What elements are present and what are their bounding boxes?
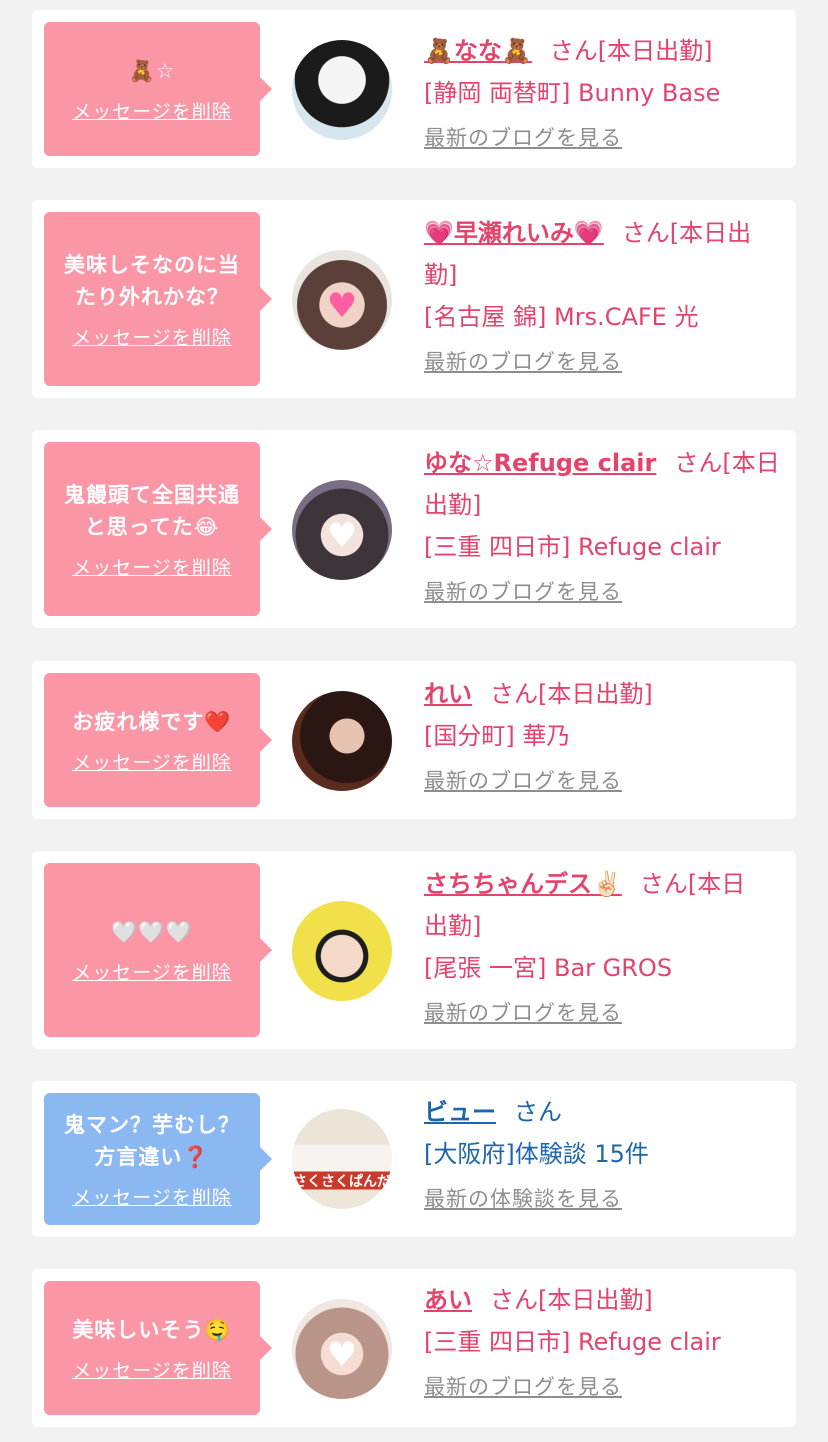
sender-status: さん[本日出勤] [490, 680, 653, 708]
latest-blog-link[interactable]: 最新のブログを見る [424, 997, 622, 1027]
snack-package-avatar[interactable]: さくさくぱんだ [292, 1109, 392, 1209]
heart-sticker-icon: ♥ [326, 516, 358, 556]
message-bubble: 🧸☆ メッセージを削除 [44, 22, 272, 156]
message-text: 鬼饅頭て全国共通 と思ってた😂 [64, 479, 240, 543]
message-line: たり外れかな？ [75, 284, 229, 309]
shop-label: [大阪府]体験談 15件 [424, 1140, 649, 1168]
sender-name-link[interactable]: ビュー [424, 1098, 496, 1126]
shop-label: [尾張 一宮] Bar GROS [424, 954, 673, 982]
glasses-avatar[interactable] [292, 901, 392, 1001]
sender-name-link[interactable]: 🧸なな🧸 [424, 37, 532, 65]
heart-face-avatar[interactable]: ♥ [292, 250, 392, 350]
message-line: お疲れ様です❤️ [72, 709, 232, 734]
latest-blog-link[interactable]: 最新のブログを見る [424, 346, 622, 376]
latest-review-link[interactable]: 最新の体験談を見る [424, 1183, 622, 1213]
message-card: 美味しそなのに当 たり外れかな？ メッセージを削除 ♥ 💗早瀬れいみ💗 さん[本日出勤] [… [32, 200, 796, 398]
message-text: お疲れ様です❤️ [72, 706, 231, 738]
delete-message-link[interactable]: メッセージを削除 [72, 1356, 232, 1383]
shop-label: [三重 四日市] Refuge clair [424, 1328, 721, 1356]
latest-blog-link[interactable]: 最新のブログを見る [424, 122, 622, 152]
message-bubble: 鬼マン？芋むし？ 方言違い❓ メッセージを削除 [44, 1093, 272, 1225]
message-bubble: 美味しいそう🤤 メッセージを削除 [44, 1281, 272, 1415]
delete-message-link[interactable]: メッセージを削除 [72, 1183, 232, 1210]
message-line: 美味しそなのに当 [64, 252, 240, 277]
delete-message-link[interactable]: メッセージを削除 [72, 748, 232, 775]
sender-name-link[interactable]: さちちゃんデス✌🏻 [424, 870, 622, 898]
message-text: 🤍🤍🤍 [111, 916, 192, 948]
shop-label: [静岡 両替町] Bunny Base [424, 79, 721, 107]
latest-blog-link[interactable]: 最新のブログを見る [424, 765, 622, 795]
message-bubble: 美味しそなのに当 たり外れかな？ メッセージを削除 [44, 212, 272, 386]
sender-info: あい さん[本日出勤] [三重 四日市] Refuge clair 最新のブログを見る [424, 1279, 782, 1401]
sender-header: さちちゃんデス✌🏻 さん[本日 [424, 863, 782, 905]
message-card: 美味しいそう🤤 メッセージを削除 ♥ あい さん[本日出勤] [三重 四日市] Refug… [32, 1269, 796, 1427]
delete-message-link[interactable]: メッセージを削除 [72, 323, 232, 350]
sender-info: ビュー さん [大阪府]体験談 15件 最新の体験談を見る [424, 1091, 782, 1213]
heart-face-avatar[interactable]: ♥ [292, 1299, 392, 1399]
avatar-package-text: さくさくぱんだ [293, 1174, 391, 1190]
sender-status: さん[本日 [639, 870, 746, 898]
sender-status-continued: 勤] [424, 261, 458, 289]
message-card: 鬼マン？芋むし？ 方言違い❓ メッセージを削除 さくさくぱんだ ビュー さん [大阪府]体験… [32, 1081, 796, 1237]
message-line: と思ってた😂 [84, 514, 220, 539]
sender-status: さん[本日出勤] [490, 1286, 653, 1314]
latest-blog-link[interactable]: 最新のブログを見る [424, 1371, 622, 1401]
bunny-ears-avatar[interactable] [292, 40, 392, 140]
message-bubble: お疲れ様です❤️ メッセージを削除 [44, 673, 272, 807]
sender-status-continued: 出勤] [424, 912, 482, 940]
delete-message-link[interactable]: メッセージを削除 [72, 553, 232, 580]
sender-status: さん [514, 1098, 562, 1126]
message-line: 🧸☆ [128, 58, 176, 83]
shop-label: [名古屋 錦] Mrs.CAFE 光 [424, 303, 699, 331]
sender-info: 🧸なな🧸 さん[本日出勤] [静岡 両替町] Bunny Base 最新のブログを見る [424, 30, 782, 152]
delete-message-link[interactable]: メッセージを削除 [72, 958, 232, 985]
shop-label: [三重 四日市] Refuge clair [424, 533, 721, 561]
sender-info: ゆな☆Refuge clair さん[本日出勤] [三重 四日市] Refuge c… [424, 442, 782, 606]
message-text: 鬼マン？芋むし？ 方言違い❓ [64, 1109, 240, 1173]
woman-avatar[interactable] [292, 691, 392, 791]
sender-header: れい さん[本日出勤] [424, 673, 782, 715]
message-bubble: 鬼饅頭て全国共通 と思ってた😂 メッセージを削除 [44, 442, 272, 616]
message-line: 🤍🤍🤍 [111, 919, 193, 944]
sender-status-continued: 出勤] [424, 491, 482, 519]
sender-status: さん[本日出勤] [549, 37, 713, 65]
message-card: 🧸☆ メッセージを削除 🧸なな🧸 さん[本日出勤] [静岡 両替町] Bunny Bas… [32, 10, 796, 168]
message-text: 美味しそなのに当 たり外れかな？ [64, 249, 240, 313]
heart-face-avatar[interactable]: ♥ [292, 480, 392, 580]
shop-label: [国分町] 華乃 [424, 722, 571, 750]
sender-header: 🧸なな🧸 さん[本日出勤] [424, 30, 782, 72]
sender-header: 💗早瀬れいみ💗 さん[本日出 [424, 212, 782, 254]
sender-info: 💗早瀬れいみ💗 さん[本日出勤] [名古屋 錦] Mrs.CAFE 光最新のブログを… [424, 212, 782, 376]
message-line: 鬼饅頭て全国共通 [64, 482, 240, 507]
message-list: 🧸☆ メッセージを削除 🧸なな🧸 さん[本日出勤] [静岡 両替町] Bunny Bas… [0, 0, 828, 1442]
sender-name-link[interactable]: 💗早瀬れいみ💗 [424, 219, 604, 247]
message-line: 方言違い❓ [94, 1144, 210, 1169]
sender-name-link[interactable]: あい [424, 1286, 472, 1314]
message-text: 🧸☆ [129, 55, 176, 87]
message-line: 美味しいそう🤤 [72, 1317, 232, 1342]
message-line: 鬼マン？芋むし？ [64, 1112, 240, 1137]
sender-name-link[interactable]: れい [424, 680, 472, 708]
latest-blog-link[interactable]: 最新のブログを見る [424, 576, 622, 606]
sender-header: ビュー さん [424, 1091, 782, 1133]
sender-header: あい さん[本日出勤] [424, 1279, 782, 1321]
message-card: お疲れ様です❤️ メッセージを削除 れい さん[本日出勤] [国分町] 華乃最新のブログ… [32, 661, 796, 819]
sender-name-link[interactable]: ゆな☆Refuge clair [424, 449, 656, 477]
message-card: 🤍🤍🤍 メッセージを削除 さちちゃんデス✌🏻 さん[本日出勤] [尾張 一宮] Bar … [32, 851, 796, 1049]
message-card: 鬼饅頭て全国共通 と思ってた😂 メッセージを削除 ♥ ゆな☆Refuge clair さん… [32, 430, 796, 628]
sender-header: ゆな☆Refuge clair さん[本日 [424, 442, 782, 484]
sender-info: れい さん[本日出勤] [国分町] 華乃最新のブログを見る [424, 673, 782, 795]
heart-sticker-icon: ♥ [326, 1335, 358, 1375]
message-text: 美味しいそう🤤 [72, 1314, 231, 1346]
delete-message-link[interactable]: メッセージを削除 [72, 97, 232, 124]
sender-status: さん[本日 [674, 449, 780, 477]
message-bubble: 🤍🤍🤍 メッセージを削除 [44, 863, 272, 1037]
sender-status: さん[本日出 [621, 219, 752, 247]
sender-info: さちちゃんデス✌🏻 さん[本日出勤] [尾張 一宮] Bar GROS 最新のブログを… [424, 863, 782, 1027]
heart-sticker-icon: ♥ [326, 286, 358, 326]
